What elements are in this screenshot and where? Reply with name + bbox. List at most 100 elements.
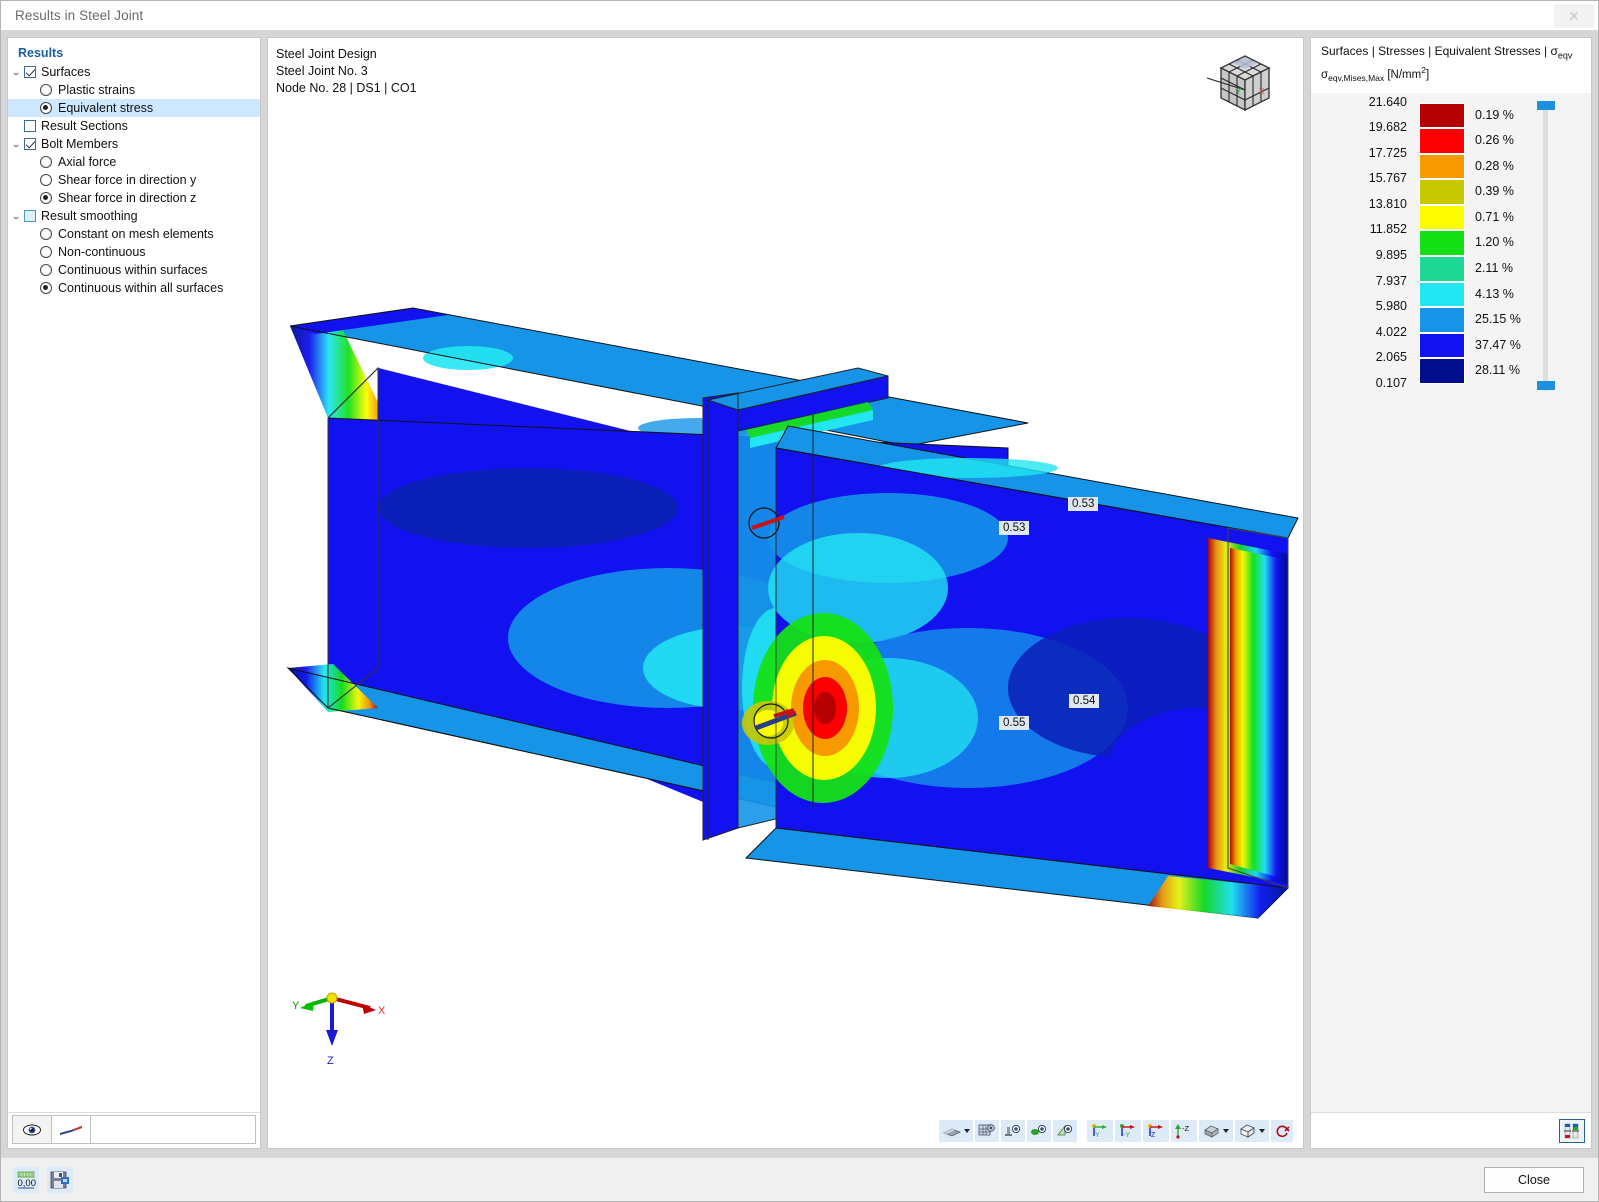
legend-color-swatch[interactable] <box>1419 281 1465 308</box>
tree-item-continuous-within-surfaces[interactable]: ⌄ Continuous within surfaces <box>8 261 260 279</box>
save-icon <box>50 1171 69 1188</box>
radio-continuous-within-surfaces[interactable] <box>40 264 52 276</box>
tree-item-constant-on-mesh-elements[interactable]: ⌄ Constant on mesh elements <box>8 225 260 243</box>
annotation-label: 0.54 <box>1069 694 1100 708</box>
tree-footer-field[interactable] <box>90 1115 256 1144</box>
view-rotate-button[interactable] <box>1027 1120 1051 1142</box>
legend-color-swatch[interactable] <box>1419 332 1465 359</box>
axis-z-label: Z <box>327 1055 334 1067</box>
svg-text:X: X <box>1259 87 1265 96</box>
legend-color-swatch[interactable] <box>1419 307 1465 333</box>
decimal-places-button[interactable]: 0,00 <box>13 1166 39 1193</box>
legend-color-swatch[interactable] <box>1419 128 1465 154</box>
steel-joint-3d-model[interactable] <box>268 68 1304 1068</box>
legend-title: Surfaces | Stresses | Equivalent Stresse… <box>1321 44 1558 58</box>
legend-color-swatch[interactable] <box>1419 256 1465 282</box>
radio-shear-force-z[interactable] <box>40 192 52 204</box>
radio-shear-force-y[interactable] <box>40 174 52 186</box>
legend-color-swatch[interactable] <box>1419 358 1465 385</box>
panel-separator <box>1 1149 1598 1157</box>
mesh-view-button[interactable] <box>975 1120 999 1142</box>
view-in-neg-z-button[interactable]: -Z <box>1171 1120 1197 1142</box>
svg-text:-Y: -Y <box>1123 1132 1130 1139</box>
legend-color-swatch[interactable] <box>1419 230 1465 257</box>
checkbox-result-sections[interactable] <box>24 120 36 132</box>
legend-slider-thumb-bottom[interactable] <box>1537 380 1555 390</box>
view-in-neg-y-button[interactable]: -Y <box>1115 1120 1141 1142</box>
window-titlebar: Results in Steel Joint ✕ <box>1 1 1598 31</box>
legend-color-swatch[interactable] <box>1419 179 1465 205</box>
legend-percent: 25.15 % <box>1475 312 1521 327</box>
tree-item-non-continuous[interactable]: ⌄ Non-continuous <box>8 243 260 261</box>
tree-item-surfaces[interactable]: ⌄ Surfaces <box>8 63 260 81</box>
view-point-button[interactable] <box>1001 1120 1025 1142</box>
close-icon[interactable]: ✕ <box>1554 4 1594 28</box>
legend-color-swatch[interactable] <box>1419 204 1465 231</box>
tree-item-equivalent-stress[interactable]: ⌄ Equivalent stress <box>8 99 260 117</box>
legend-scale-icon <box>1564 1123 1579 1138</box>
legend-percent: 0.39 % <box>1475 184 1514 199</box>
tree-item-shear-force-y[interactable]: ⌄ Shear force in direction y <box>8 171 260 189</box>
legend-grid: 21.640 0.19 % 19.682 0.26 % 17.725 0.28 … <box>1345 95 1555 391</box>
legend-value: 11.852 <box>1369 222 1407 237</box>
model-viewport[interactable]: Steel Joint Design Steel Joint No. 3 Nod… <box>267 37 1304 1149</box>
viewport-title-line-3: Node No. 28 | DS1 | CO1 <box>276 81 417 95</box>
legend-panel-footer <box>1311 1112 1591 1148</box>
visibility-tab[interactable] <box>12 1115 52 1144</box>
wireframe-button[interactable] <box>1235 1120 1269 1142</box>
legend-percent: 0.28 % <box>1475 158 1514 173</box>
save-results-button[interactable] <box>47 1166 73 1193</box>
tree-item-result-smoothing[interactable]: ⌄ Result smoothing <box>8 207 260 225</box>
tree-item-continuous-within-all-surfaces[interactable]: ⌄ Continuous within all surfaces <box>8 279 260 297</box>
diagram-tab[interactable] <box>51 1115 91 1144</box>
radio-axial-force[interactable] <box>40 156 52 168</box>
legend-subtitle-sub: eqv,Mises,Max <box>1328 73 1385 84</box>
results-tree-panel: Results ⌄ Surfaces ⌄ Plastic strains ⌄ E… <box>7 37 261 1149</box>
tree-item-axial-force[interactable]: ⌄ Axial force <box>8 153 260 171</box>
chevron-down-icon[interactable] <box>1259 1129 1265 1133</box>
chevron-down-icon[interactable] <box>963 1129 970 1133</box>
tree-item-result-sections[interactable]: ⌄ Result Sections <box>8 117 260 135</box>
right-beam-end-hot-edge <box>1208 538 1288 884</box>
reset-view-button[interactable] <box>1271 1120 1293 1142</box>
legend-value: 21.640 <box>1368 94 1407 109</box>
viewport-title-line-1: Steel Joint Design <box>276 47 377 61</box>
perspective-button[interactable] <box>1199 1120 1233 1142</box>
checkbox-result-smoothing[interactable] <box>24 210 36 222</box>
results-tree: Results ⌄ Surfaces ⌄ Plastic strains ⌄ E… <box>8 38 260 1112</box>
render-mode-button[interactable] <box>939 1120 973 1142</box>
checkbox-surfaces[interactable] <box>24 66 36 78</box>
mesh-icon <box>978 1124 995 1136</box>
eye-pin-icon <box>1005 1125 1020 1136</box>
legend-title-sub: eqv <box>1557 50 1573 61</box>
legend-percent: 37.47 % <box>1475 337 1521 352</box>
legend-color-swatch[interactable] <box>1419 153 1465 180</box>
radio-continuous-within-all-surfaces[interactable] <box>40 282 52 294</box>
radio-plastic-strains[interactable] <box>40 84 52 96</box>
tree-item-shear-force-z[interactable]: ⌄ Shear force in direction z <box>8 189 260 207</box>
radio-constant-on-mesh-elements[interactable] <box>40 228 52 240</box>
close-button[interactable]: Close <box>1484 1166 1584 1193</box>
legend-value: 9.895 <box>1375 248 1407 263</box>
legend-value: 4.022 <box>1375 324 1407 339</box>
axis-neg-z-icon: -Z <box>1175 1124 1189 1139</box>
tree-item-label: Continuous within surfaces <box>58 263 208 277</box>
view-in-z-button[interactable]: Z <box>1143 1120 1169 1142</box>
checkbox-bolt-members[interactable] <box>24 138 36 150</box>
legend-value: 13.810 <box>1368 196 1407 211</box>
tree-item-bolt-members[interactable]: ⌄ Bolt Members <box>8 135 260 153</box>
legend-scale-button[interactable] <box>1559 1118 1585 1143</box>
tree-item-label: Bolt Members <box>41 137 119 151</box>
radio-non-continuous[interactable] <box>40 246 52 258</box>
view-clip-button[interactable] <box>1053 1120 1077 1142</box>
radio-equivalent-stress[interactable] <box>40 102 52 114</box>
tree-item-label: Constant on mesh elements <box>58 227 214 241</box>
chevron-down-icon[interactable] <box>1223 1129 1229 1133</box>
legend-value: 2.065 <box>1375 350 1407 365</box>
view-in-y-button[interactable]: Y <box>1087 1120 1113 1142</box>
axis-x-label: X <box>378 1005 386 1017</box>
tree-item-plastic-strains[interactable]: ⌄ Plastic strains <box>8 81 260 99</box>
legend-color-swatch[interactable] <box>1419 102 1465 129</box>
tree-item-label: Axial force <box>58 155 117 169</box>
view-cube-icon[interactable]: Y X <box>1206 46 1283 122</box>
